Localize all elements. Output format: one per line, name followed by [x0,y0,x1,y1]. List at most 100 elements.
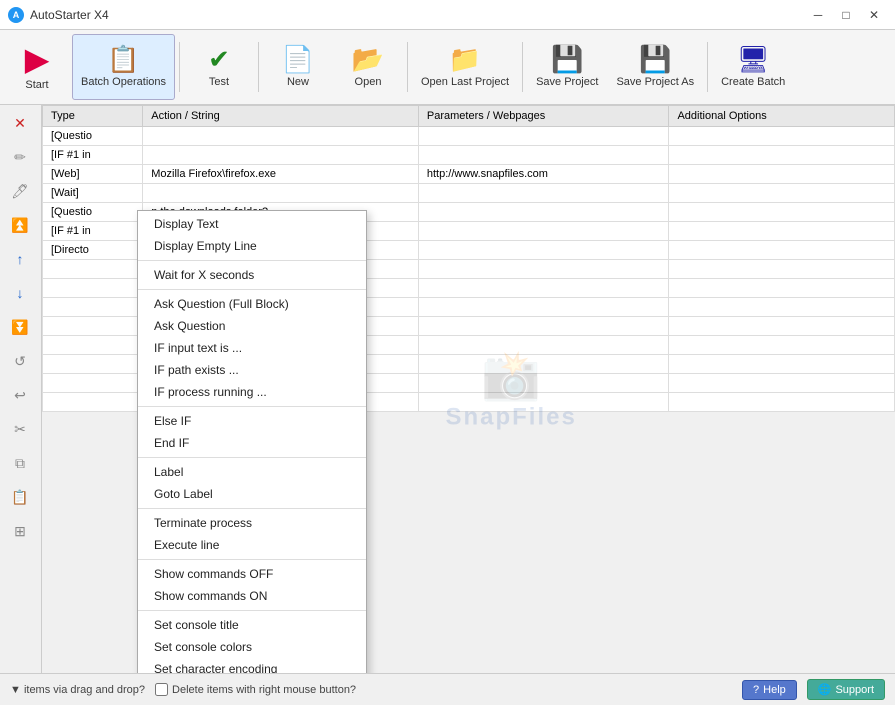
batch-operations-label: Batch Operations [81,76,166,88]
delete-checkbox-label[interactable]: Delete items with right mouse button? [155,683,356,696]
open-icon: 📂 [352,46,384,72]
menu-item-wait-for-x-seconds[interactable]: Wait for X seconds [138,264,366,286]
sidebar-down-button[interactable]: ↓ [2,277,38,309]
menu-item-set-char-encoding[interactable]: Set character encoding [138,658,366,673]
cell-action [143,127,419,146]
cell-action [143,146,419,165]
batch-operations-icon: 📋 [107,46,139,72]
cell-options [669,203,895,222]
delete-checkbox[interactable] [155,683,168,696]
minimize-button[interactable]: ─ [805,5,831,25]
dropdown-menu[interactable]: Display TextDisplay Empty Line Wait for X… [137,210,367,673]
menu-item-if-input-text[interactable]: IF input text is ... [138,337,366,359]
cell-empty [669,317,895,336]
cell-options [669,127,895,146]
table-row[interactable]: [IF #1 in [43,146,895,165]
menu-divider-5 [138,508,366,509]
sidebar-up-top-button[interactable]: ⏫ [2,209,38,241]
menu-divider-2 [138,289,366,290]
help-button[interactable]: ? Help [742,680,797,700]
cell-empty [669,279,895,298]
drag-drop-label: ▼ items via drag and drop? [10,684,145,696]
cell-params [418,241,669,260]
test-label: Test [209,76,229,88]
start-icon: ▶ [25,43,50,75]
cell-type: [Questio [43,203,143,222]
menu-item-show-commands-on[interactable]: Show commands ON [138,585,366,607]
sidebar-delete-button[interactable]: ✕ [2,107,38,139]
cell-empty [418,279,669,298]
cell-empty [43,336,143,355]
menu-item-show-commands-off[interactable]: Show commands OFF [138,563,366,585]
table-row[interactable]: [Wait] [43,184,895,203]
create-batch-button[interactable]: 🖥Create Batch [712,34,794,100]
test-button[interactable]: ✔Test [184,34,254,100]
batch-operations-button[interactable]: 📋 Batch Operations [72,34,175,100]
menu-item-label[interactable]: Label [138,461,366,483]
sidebar-cut-button[interactable]: ✂ [2,413,38,445]
close-button[interactable]: ✕ [861,5,887,25]
cell-params [418,222,669,241]
table-row[interactable]: [Questio [43,127,895,146]
save-as-label: Save Project As [616,76,694,88]
sidebar-grid-button[interactable]: ⊞ [2,515,38,547]
cell-empty [418,260,669,279]
cell-empty [418,336,669,355]
menu-item-else-if[interactable]: Else IF [138,410,366,432]
menu-item-goto-label[interactable]: Goto Label [138,483,366,505]
app-title: AutoStarter X4 [30,8,109,22]
menu-item-set-console-title[interactable]: Set console title [138,614,366,636]
save-as-button[interactable]: 💾Save Project As [607,34,703,100]
menu-divider-1 [138,260,366,261]
start-button[interactable]: ▶ Start [2,34,72,100]
save-button[interactable]: 💾Save Project [527,34,607,100]
menu-item-display-empty-line[interactable]: Display Empty Line [138,235,366,257]
start-label: Start [25,79,48,91]
support-button[interactable]: 🌐 Support [807,679,885,700]
menu-item-if-process-running[interactable]: IF process running ... [138,381,366,403]
cell-action [143,184,419,203]
menu-item-terminate-process[interactable]: Terminate process [138,512,366,534]
sidebar-pencil-button[interactable]: 🖊 [2,175,38,207]
cell-empty [43,279,143,298]
status-bar: ▼ items via drag and drop? Delete items … [0,673,895,705]
cell-options [669,146,895,165]
save-label: Save Project [536,76,598,88]
sidebar-down-bottom-button[interactable]: ⏬ [2,311,38,343]
cell-empty [43,260,143,279]
menu-item-ask-question-full[interactable]: Ask Question (Full Block) [138,293,366,315]
new-button[interactable]: 📄New [263,34,333,100]
sidebar-refresh-button[interactable]: ↺ [2,345,38,377]
open-last-button[interactable]: 📁Open Last Project [412,34,518,100]
table-header-action-/-string: Action / String [143,106,419,127]
toolbar-divider-1 [179,42,180,92]
open-last-label: Open Last Project [421,76,509,88]
menu-item-execute-line[interactable]: Execute line [138,534,366,556]
cell-empty [43,393,143,412]
menu-item-end-if[interactable]: End IF [138,432,366,454]
window-controls[interactable]: ─ □ ✕ [805,5,887,25]
cell-options [669,165,895,184]
menu-item-ask-question[interactable]: Ask Question [138,315,366,337]
menu-item-display-text[interactable]: Display Text [138,213,366,235]
sidebar-undo-button[interactable]: ↩ [2,379,38,411]
cell-type: [Wait] [43,184,143,203]
sidebar-edit-button[interactable]: ✏ [2,141,38,173]
sidebar-copy-button[interactable]: ⧉ [2,447,38,479]
maximize-button[interactable]: □ [833,5,859,25]
cell-type: [Directo [43,241,143,260]
table-row[interactable]: [Web]Mozilla Firefox\firefox.exehttp://w… [43,165,895,184]
cell-empty [418,393,669,412]
menu-item-if-path-exists[interactable]: IF path exists ... [138,359,366,381]
cell-type: [IF #1 in [43,146,143,165]
cell-options [669,222,895,241]
support-icon: 🌐 [818,683,832,696]
sidebar-paste-button[interactable]: 📋 [2,481,38,513]
cell-empty [418,355,669,374]
sidebar-up-button[interactable]: ↑ [2,243,38,275]
cell-type: [Web] [43,165,143,184]
menu-item-set-console-colors[interactable]: Set console colors [138,636,366,658]
open-button[interactable]: 📂Open [333,34,403,100]
cell-empty [669,260,895,279]
cell-empty [418,374,669,393]
